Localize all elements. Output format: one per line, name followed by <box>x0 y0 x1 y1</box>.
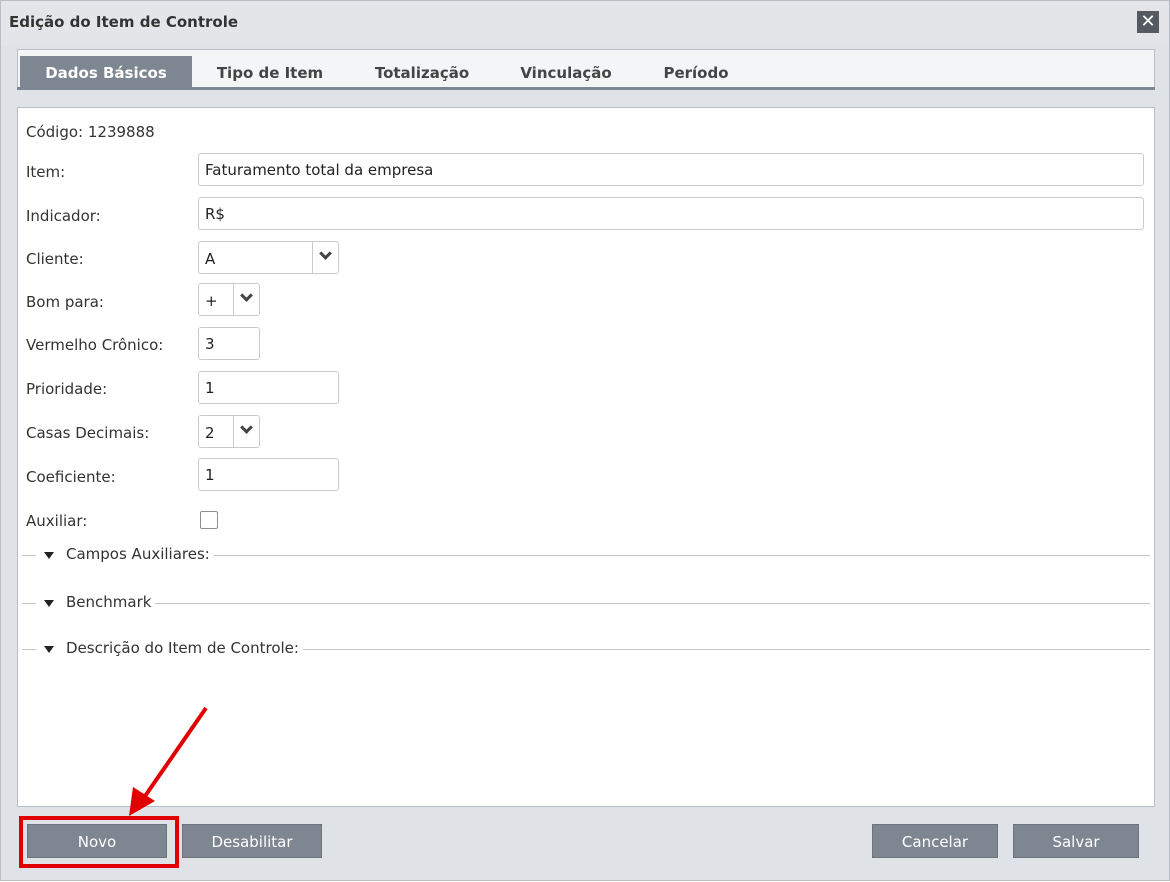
dialog: Edição do Item de Controle ✕ Dados Básic… <box>0 0 1170 881</box>
annotation-arrow-icon <box>129 706 208 816</box>
